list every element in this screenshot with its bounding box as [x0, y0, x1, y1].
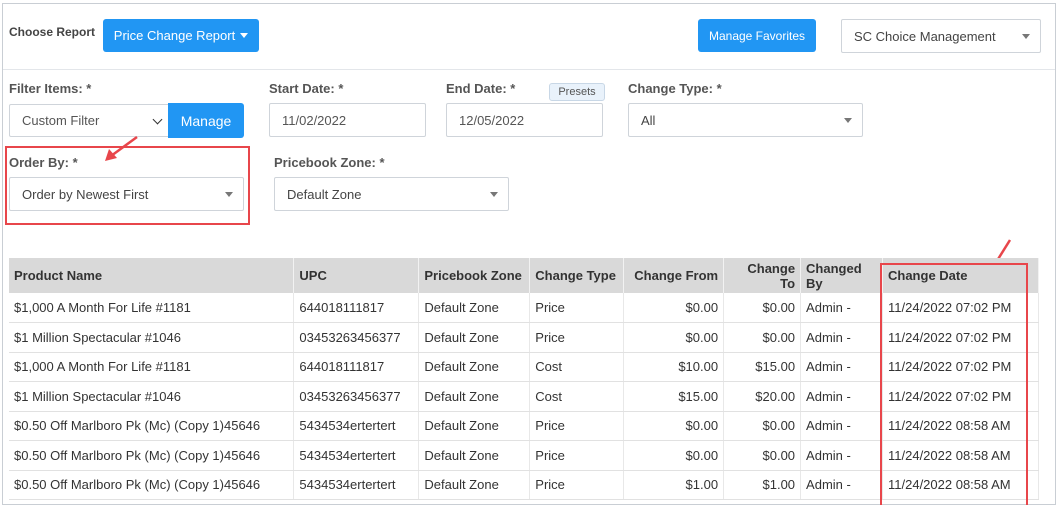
cell-change-from: $0.00 — [623, 411, 725, 441]
change-date-highlight-box — [880, 263, 1028, 505]
cell-change-from: $15.00 — [623, 381, 725, 412]
cell-changed-by: Admin - — [800, 322, 883, 353]
cell-upc: 03453263456377 — [293, 381, 420, 412]
cell-change-to: $0.00 — [723, 322, 802, 353]
arrow-icon — [105, 135, 138, 161]
cell-change-to: $15.00 — [723, 352, 802, 382]
cell-upc: 644018111817 — [293, 352, 420, 382]
cell-changed-by: Admin - — [800, 352, 883, 382]
cell-change-from: $10.00 — [623, 352, 725, 382]
cell-change-type: Price — [529, 411, 625, 441]
cell-product-name: $1 Million Spectacular #1046 — [9, 322, 295, 353]
cell-changed-by: Admin - — [800, 440, 883, 471]
cell-change-to: $0.00 — [723, 411, 802, 441]
column-header-product-name[interactable]: Product Name — [9, 258, 295, 293]
cell-upc: 03453263456377 — [293, 322, 420, 353]
cell-change-type: Price — [529, 440, 625, 471]
cell-pricebook-zone: Default Zone — [418, 381, 531, 412]
column-header-change-type[interactable]: Change Type — [529, 258, 625, 293]
cell-change-from: $0.00 — [623, 293, 725, 323]
cell-pricebook-zone: Default Zone — [418, 440, 531, 471]
cell-change-type: Price — [529, 293, 625, 323]
cell-product-name: $0.50 Off Marlboro Pk (Mc) (Copy 1)45646 — [9, 470, 295, 500]
cell-pricebook-zone: Default Zone — [418, 352, 531, 382]
cell-upc: 5434534ertertert — [293, 470, 420, 500]
cell-upc: 5434534ertertert — [293, 411, 420, 441]
cell-upc: 644018111817 — [293, 293, 420, 323]
cell-changed-by: Admin - — [800, 293, 883, 323]
cell-change-type: Price — [529, 322, 625, 353]
cell-product-name: $0.50 Off Marlboro Pk (Mc) (Copy 1)45646 — [9, 411, 295, 441]
column-header-change-to[interactable]: Change To — [723, 258, 802, 293]
column-header-pricebook-zone[interactable]: Pricebook Zone — [418, 258, 531, 293]
cell-change-from: $1.00 — [623, 470, 725, 500]
column-header-changed-by[interactable]: Changed By — [800, 258, 883, 293]
cell-pricebook-zone: Default Zone — [418, 411, 531, 441]
cell-change-type: Price — [529, 470, 625, 500]
cell-product-name: $1,000 A Month For Life #1181 — [9, 352, 295, 382]
cell-change-to: $0.00 — [723, 440, 802, 471]
cell-change-type: Cost — [529, 352, 625, 382]
cell-changed-by: Admin - — [800, 411, 883, 441]
report-panel: Choose Report Price Change Report Manage… — [2, 3, 1056, 505]
column-header-upc[interactable]: UPC — [293, 258, 420, 293]
cell-upc: 5434534ertertert — [293, 440, 420, 471]
cell-changed-by: Admin - — [800, 381, 883, 412]
cell-change-from: $0.00 — [623, 322, 725, 353]
cell-product-name: $0.50 Off Marlboro Pk (Mc) (Copy 1)45646 — [9, 440, 295, 471]
cell-pricebook-zone: Default Zone — [418, 322, 531, 353]
column-header-change-from[interactable]: Change From — [623, 258, 725, 293]
cell-product-name: $1 Million Spectacular #1046 — [9, 381, 295, 412]
cell-change-to: $20.00 — [723, 381, 802, 412]
cell-change-from: $0.00 — [623, 440, 725, 471]
cell-changed-by: Admin - — [800, 470, 883, 500]
cell-change-to: $1.00 — [723, 470, 802, 500]
cell-pricebook-zone: Default Zone — [418, 470, 531, 500]
cell-product-name: $1,000 A Month For Life #1181 — [9, 293, 295, 323]
cell-change-to: $0.00 — [723, 293, 802, 323]
cell-pricebook-zone: Default Zone — [418, 293, 531, 323]
cell-change-type: Cost — [529, 381, 625, 412]
